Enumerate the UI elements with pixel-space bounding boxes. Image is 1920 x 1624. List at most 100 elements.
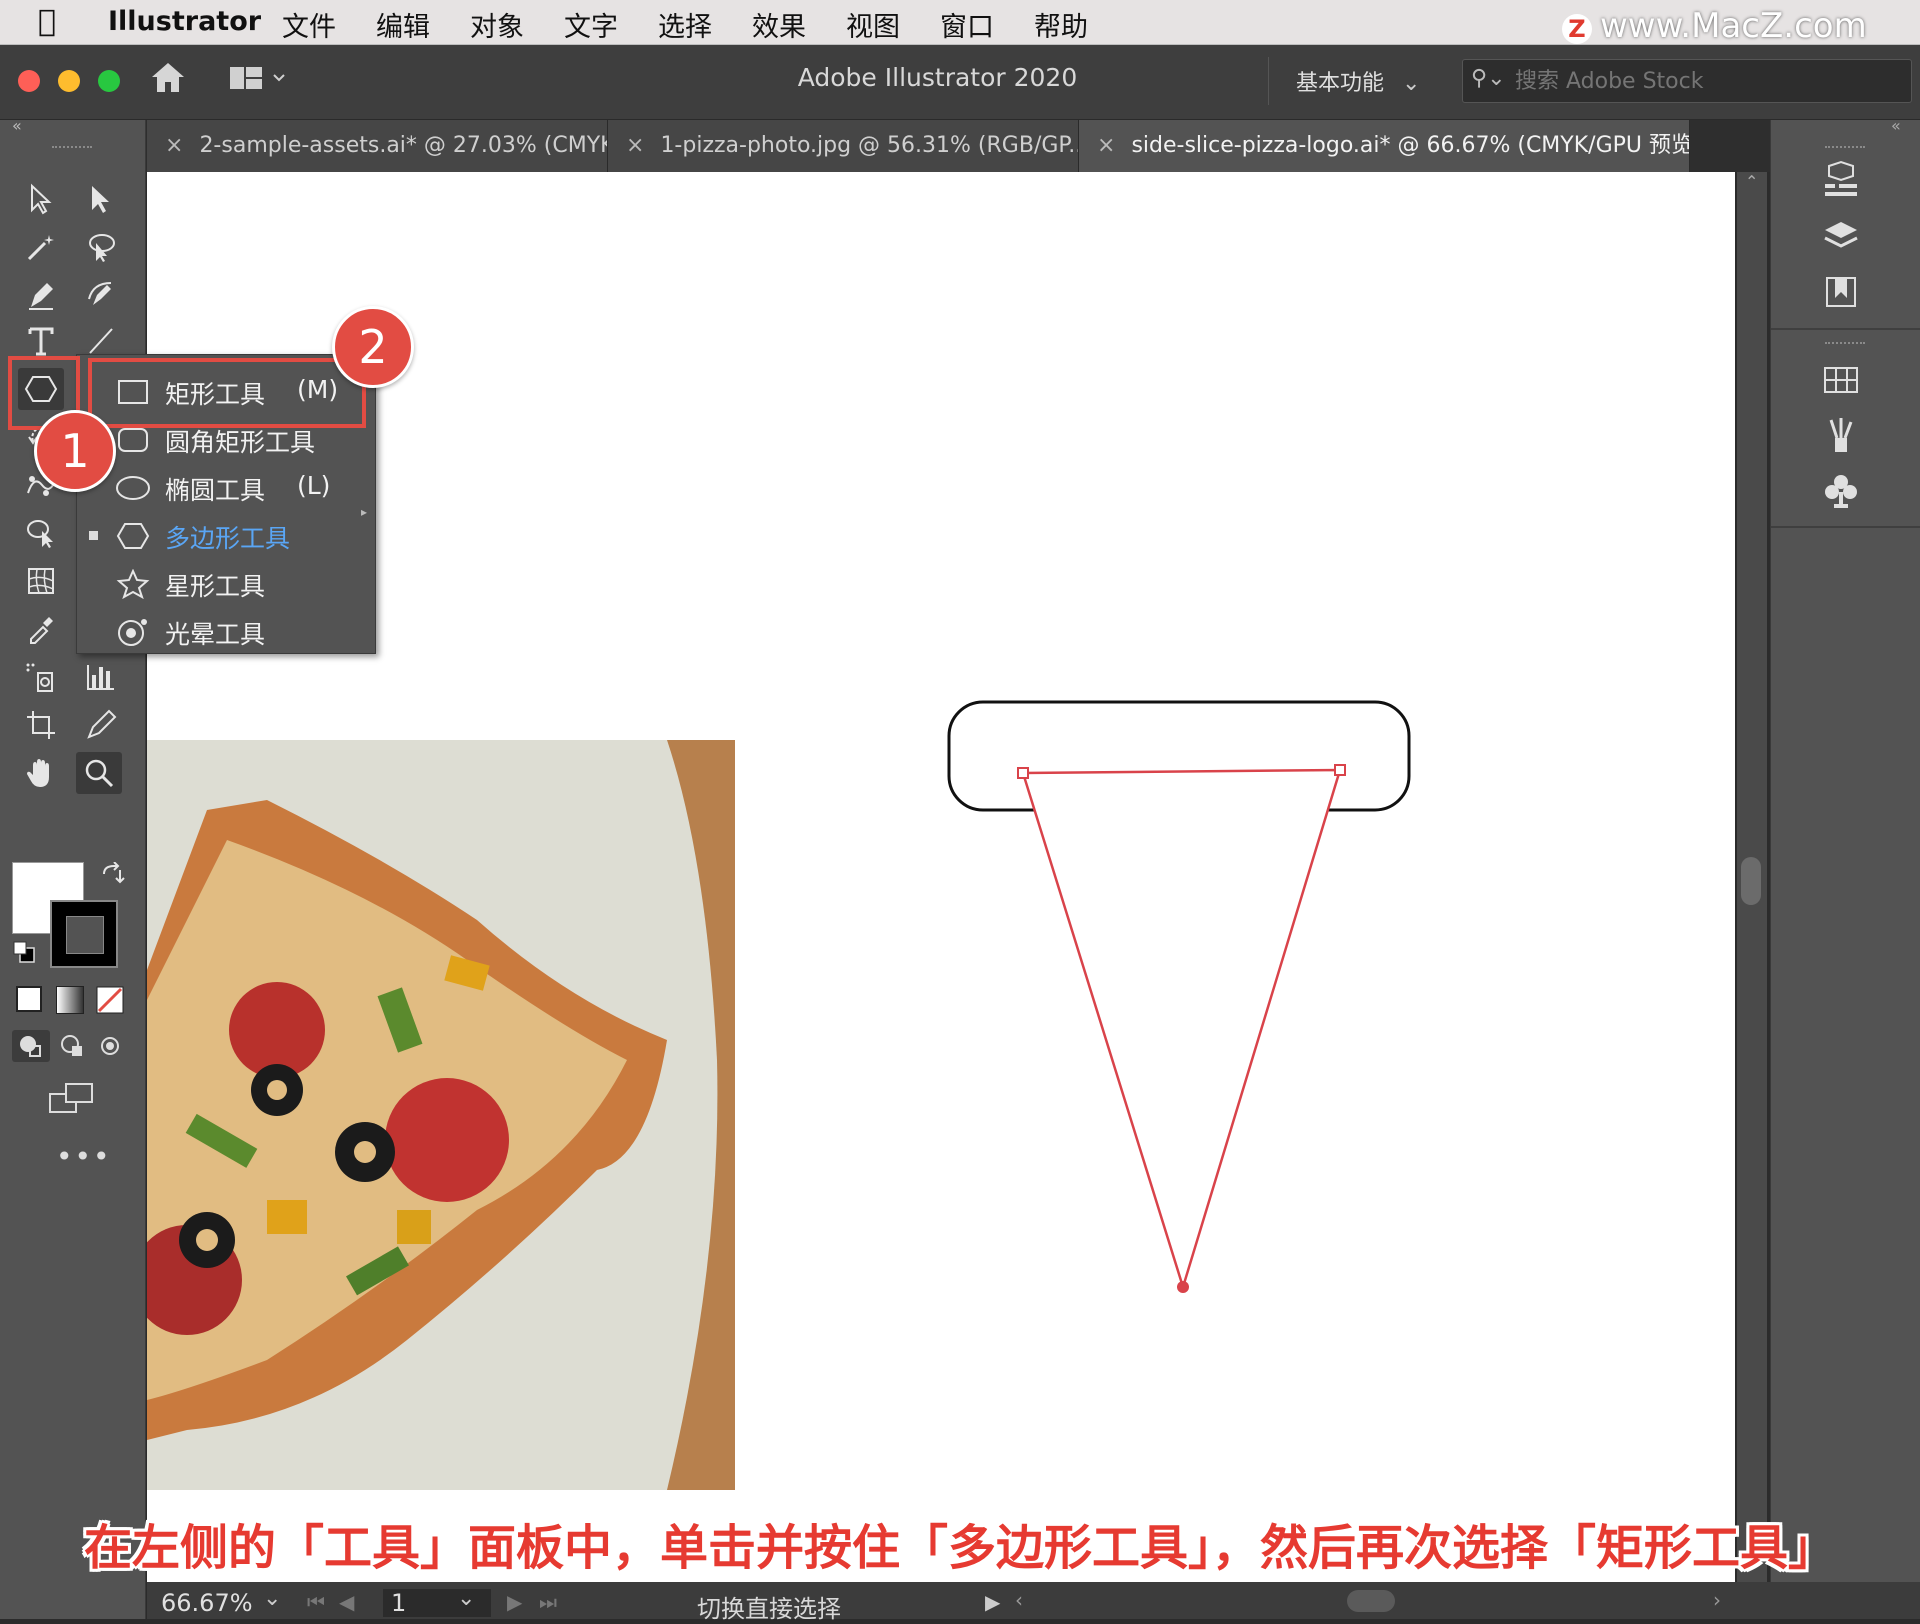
shape-builder-tool-icon[interactable] [18, 512, 64, 554]
close-tab-icon[interactable]: × [1097, 133, 1115, 158]
scroll-left-icon[interactable]: ‹ [1015, 1588, 1023, 1612]
layers-panel-icon[interactable] [1821, 216, 1861, 260]
apple-icon[interactable]:  [38, 4, 56, 39]
panel-grip[interactable] [1825, 146, 1865, 154]
zoom-level[interactable]: 66.67% [161, 1589, 253, 1617]
stock-search: ⚲⌄ [1462, 59, 1912, 103]
watermark: Zwww.MacZ.com [1562, 6, 1867, 46]
hand-tool-icon[interactable] [18, 752, 64, 794]
flyout-item-label: 光晕工具 [165, 620, 266, 649]
zoom-tool-icon[interactable] [76, 752, 122, 794]
column-graph-tool-icon[interactable] [78, 656, 124, 698]
previous-artboard-icon[interactable]: ◀ [339, 1590, 354, 1614]
tearoff-arrow-icon[interactable]: ▸ [361, 505, 367, 519]
scroll-right-icon[interactable]: › [1713, 1588, 1721, 1612]
search-icon[interactable]: ⚲⌄ [1471, 66, 1506, 91]
polygon-icon [115, 521, 151, 551]
anchor-point [1017, 767, 1029, 779]
slice-tool-icon[interactable] [78, 704, 124, 746]
draw-normal-icon[interactable] [12, 1030, 50, 1062]
lasso-tool-icon[interactable] [78, 226, 124, 268]
artboard-tool-icon[interactable] [18, 704, 64, 746]
highlight-rectangle-tool [88, 358, 366, 428]
menu-view[interactable]: 视图 [846, 5, 900, 44]
panel-grip[interactable] [1825, 342, 1865, 350]
pen-tool-icon[interactable] [18, 274, 64, 316]
step-badge-2: 2 [332, 306, 414, 388]
menu-bar:  Illustrator 文件 编辑 对象 文字 选择 效果 视图 窗口 帮助… [0, 0, 1920, 46]
libraries-panel-icon[interactable] [1821, 272, 1861, 316]
ellipse-icon [115, 473, 151, 503]
flyout-item-ellipse[interactable]: 椭圆工具 (L) [77, 465, 367, 511]
menu-object[interactable]: 对象 [470, 5, 524, 44]
none-mode-button[interactable] [96, 986, 124, 1018]
flyout-item-polygon[interactable]: 多边形工具 [77, 513, 367, 559]
properties-panel-icon[interactable] [1821, 160, 1861, 204]
collapse-panel-icon[interactable]: « [1891, 116, 1901, 135]
panel-grip[interactable] [52, 146, 92, 154]
tab-sample-assets[interactable]: × 2-sample-assets.ai* @ 27.03% (CMYK... [147, 120, 608, 172]
swatches-panel-icon[interactable] [1821, 360, 1861, 404]
search-input[interactable] [1513, 66, 1897, 96]
zoom-dropdown-icon[interactable]: ⌄ [263, 1586, 281, 1611]
stroke-swatch[interactable] [50, 900, 118, 968]
last-artboard-icon[interactable]: ⏭ [539, 1590, 557, 1614]
tab-label: side-slice-pizza-logo.ai* @ 66.67% (CMYK… [1131, 133, 1690, 158]
mesh-tool-icon[interactable] [18, 560, 64, 602]
document-tabs: × 2-sample-assets.ai* @ 27.03% (CMYK... ×… [0, 120, 1920, 172]
next-artboard-icon[interactable]: ▶ [507, 1590, 522, 1614]
app-menu[interactable]: Illustrator [108, 6, 261, 37]
draw-inside-icon[interactable] [96, 1030, 128, 1066]
status-menu-icon[interactable]: ▶ [985, 1590, 1000, 1614]
default-fill-stroke-icon[interactable] [12, 940, 36, 968]
instruction-caption: 在左侧的「工具」面板中，单击并按住「多边形工具」，然后再次选择「矩形工具」 [83, 1520, 1836, 1576]
close-tab-icon[interactable]: × [626, 133, 644, 158]
symbols-panel-icon[interactable] [1821, 472, 1861, 516]
curvature-tool-icon[interactable] [78, 274, 124, 316]
menu-select[interactable]: 选择 [658, 5, 712, 44]
current-tool-indicator [89, 531, 98, 540]
screen-mode-icon[interactable] [48, 1082, 94, 1120]
tab-pizza-logo[interactable]: × side-slice-pizza-logo.ai* @ 66.67% (CMY… [1079, 120, 1690, 172]
close-tab-icon[interactable]: × [165, 133, 183, 158]
menu-type[interactable]: 文字 [564, 5, 618, 44]
flyout-item-flare[interactable]: 光晕工具 [77, 609, 367, 655]
flyout-item-star[interactable]: 星形工具 [77, 561, 367, 607]
first-artboard-icon[interactable]: ⏮ [307, 1590, 325, 1614]
scrollbar-thumb[interactable] [1741, 857, 1761, 905]
symbol-sprayer-tool-icon[interactable] [18, 656, 64, 698]
collapse-panel-icon[interactable]: « [12, 116, 22, 135]
star-icon [115, 568, 151, 600]
vertical-scrollbar[interactable]: ⌃ [1737, 172, 1767, 1582]
menu-window[interactable]: 窗口 [940, 5, 994, 44]
tab-label: 2-sample-assets.ai* @ 27.03% (CMYK... [199, 133, 608, 158]
watermark-text: www.MacZ.com [1600, 6, 1867, 46]
triangle-shape [1021, 768, 1342, 1292]
divider [1771, 328, 1920, 330]
divider [1268, 57, 1269, 105]
rounded-rectangle-icon [115, 425, 151, 455]
eyedropper-tool-icon[interactable] [18, 608, 64, 650]
magic-wand-tool-icon[interactable] [18, 226, 64, 268]
flyout-item-shortcut: (L) [297, 471, 331, 500]
swap-fill-stroke-icon[interactable] [100, 861, 126, 892]
artboard-dropdown-icon[interactable]: ⌄ [457, 1586, 475, 1611]
brushes-panel-icon[interactable] [1821, 416, 1861, 460]
status-bar: 66.67% ⌄ ⏮ ◀ 1 ⌄ ▶ ⏭ 切换直接选择 ▶ ‹ › [147, 1582, 1920, 1623]
selection-tool-icon[interactable] [18, 178, 64, 220]
workspace-label: 基本功能 [1296, 71, 1385, 96]
menu-edit[interactable]: 编辑 [376, 5, 430, 44]
scroll-up-icon[interactable]: ⌃ [1745, 172, 1758, 191]
flyout-item-label: 星形工具 [165, 572, 266, 601]
menu-file[interactable]: 文件 [282, 5, 336, 44]
menu-help[interactable]: 帮助 [1034, 5, 1088, 44]
tab-pizza-photo[interactable]: × 1-pizza-photo.jpg @ 56.31% (RGB/GP... [608, 120, 1079, 172]
color-mode-button[interactable] [16, 986, 42, 1012]
horizontal-scrollbar-thumb[interactable] [1347, 1590, 1395, 1612]
draw-behind-icon[interactable] [56, 1030, 88, 1066]
workspace-switcher[interactable]: 基本功能 ⌄ [1296, 65, 1420, 97]
more-tools-icon[interactable]: ••• [56, 1140, 112, 1173]
gradient-mode-button[interactable] [56, 986, 84, 1014]
menu-effect[interactable]: 效果 [752, 5, 806, 44]
direct-selection-tool-icon[interactable] [78, 178, 124, 220]
